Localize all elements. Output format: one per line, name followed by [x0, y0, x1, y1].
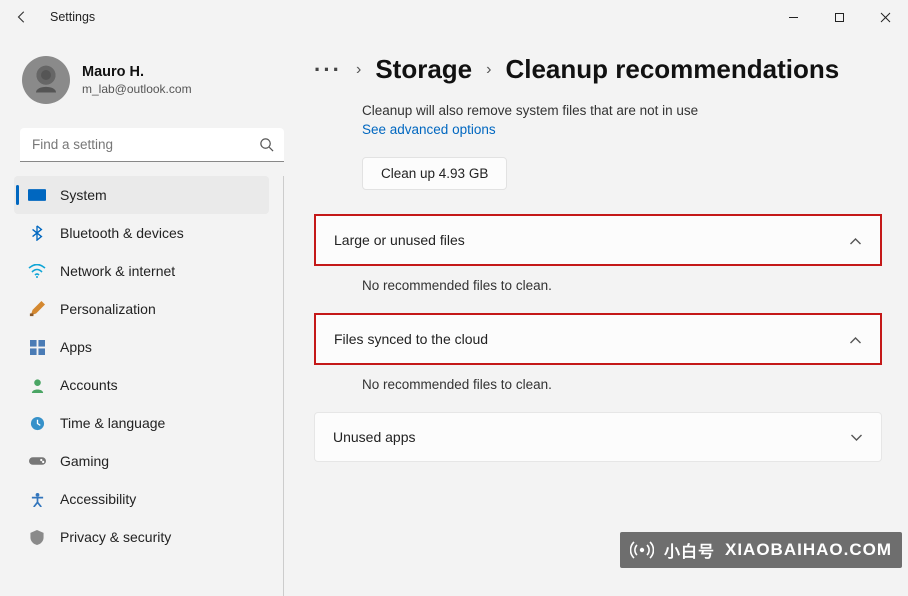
time-icon: [28, 414, 46, 432]
watermark: 小白号 XIAOBAIHAO.COM: [620, 532, 902, 568]
nav-apps[interactable]: Apps: [14, 328, 269, 366]
search-icon: [259, 137, 274, 157]
breadcrumb-current: Cleanup recommendations: [505, 54, 839, 85]
profile-email: m_lab@outlook.com: [82, 82, 192, 96]
cleanup-button[interactable]: Clean up 4.93 GB: [362, 157, 507, 190]
nav-time[interactable]: Time & language: [14, 404, 269, 442]
breadcrumb-parent[interactable]: Storage: [375, 54, 472, 85]
broadcast-icon: [630, 538, 654, 562]
section-cloud-files[interactable]: Files synced to the cloud: [314, 313, 882, 365]
nav-network[interactable]: Network & internet: [14, 252, 269, 290]
chevron-up-icon: [849, 232, 862, 248]
close-button[interactable]: [862, 0, 908, 34]
nav-label: Privacy & security: [60, 529, 171, 545]
chevron-right-icon: ›: [356, 61, 361, 79]
nav-label: Personalization: [60, 301, 156, 317]
watermark-cn: 小白号: [664, 538, 715, 562]
watermark-en: XIAOBAIHAO.COM: [725, 540, 892, 560]
titlebar: Settings: [0, 0, 908, 34]
section-title: Files synced to the cloud: [334, 331, 488, 347]
section-large-body: No recommended files to clean.: [362, 278, 882, 293]
nav-system[interactable]: System: [14, 176, 269, 214]
sidebar: Mauro H. m_lab@outlook.com System Blueto…: [0, 34, 296, 596]
nav-privacy[interactable]: Privacy & security: [14, 518, 269, 556]
section-unused-apps[interactable]: Unused apps: [314, 412, 882, 462]
back-button[interactable]: [12, 7, 32, 27]
nav-personalization[interactable]: Personalization: [14, 290, 269, 328]
nav-label: Accessibility: [60, 491, 136, 507]
advanced-options-link[interactable]: See advanced options: [362, 122, 882, 137]
nav-label: System: [60, 187, 107, 203]
breadcrumb-more[interactable]: ···: [314, 57, 342, 83]
nav-accounts[interactable]: Accounts: [14, 366, 269, 404]
nav-label: Gaming: [60, 453, 109, 469]
network-icon: [28, 262, 46, 280]
apps-icon: [28, 338, 46, 356]
section-title: Unused apps: [333, 429, 416, 445]
main-content: ··· › Storage › Cleanup recommendations …: [296, 34, 908, 596]
nav-label: Apps: [60, 339, 92, 355]
personalization-icon: [28, 300, 46, 318]
maximize-button[interactable]: [816, 0, 862, 34]
chevron-down-icon: [850, 429, 863, 445]
accounts-icon: [28, 376, 46, 394]
system-icon: [28, 186, 46, 204]
nav-label: Bluetooth & devices: [60, 225, 184, 241]
intro-text: Cleanup will also remove system files th…: [362, 103, 882, 118]
search-input[interactable]: [20, 128, 284, 162]
nav-accessibility[interactable]: Accessibility: [14, 480, 269, 518]
gaming-icon: [28, 452, 46, 470]
section-large-files[interactable]: Large or unused files: [314, 214, 882, 266]
accessibility-icon: [28, 490, 46, 508]
breadcrumb: ··· › Storage › Cleanup recommendations: [314, 54, 882, 85]
avatar: [22, 56, 70, 104]
privacy-icon: [28, 528, 46, 546]
nav-label: Network & internet: [60, 263, 175, 279]
nav-list: System Bluetooth & devices Network & int…: [14, 176, 284, 596]
nav-bluetooth[interactable]: Bluetooth & devices: [14, 214, 269, 252]
nav-label: Time & language: [60, 415, 165, 431]
nav-gaming[interactable]: Gaming: [14, 442, 269, 480]
profile-block[interactable]: Mauro H. m_lab@outlook.com: [14, 44, 290, 122]
section-title: Large or unused files: [334, 232, 465, 248]
chevron-right-icon: ›: [486, 61, 491, 79]
section-cloud-body: No recommended files to clean.: [362, 377, 882, 392]
minimize-button[interactable]: [770, 0, 816, 34]
window-title: Settings: [50, 10, 95, 24]
chevron-up-icon: [849, 331, 862, 347]
bluetooth-icon: [28, 224, 46, 242]
nav-label: Accounts: [60, 377, 118, 393]
profile-name: Mauro H.: [82, 64, 192, 80]
